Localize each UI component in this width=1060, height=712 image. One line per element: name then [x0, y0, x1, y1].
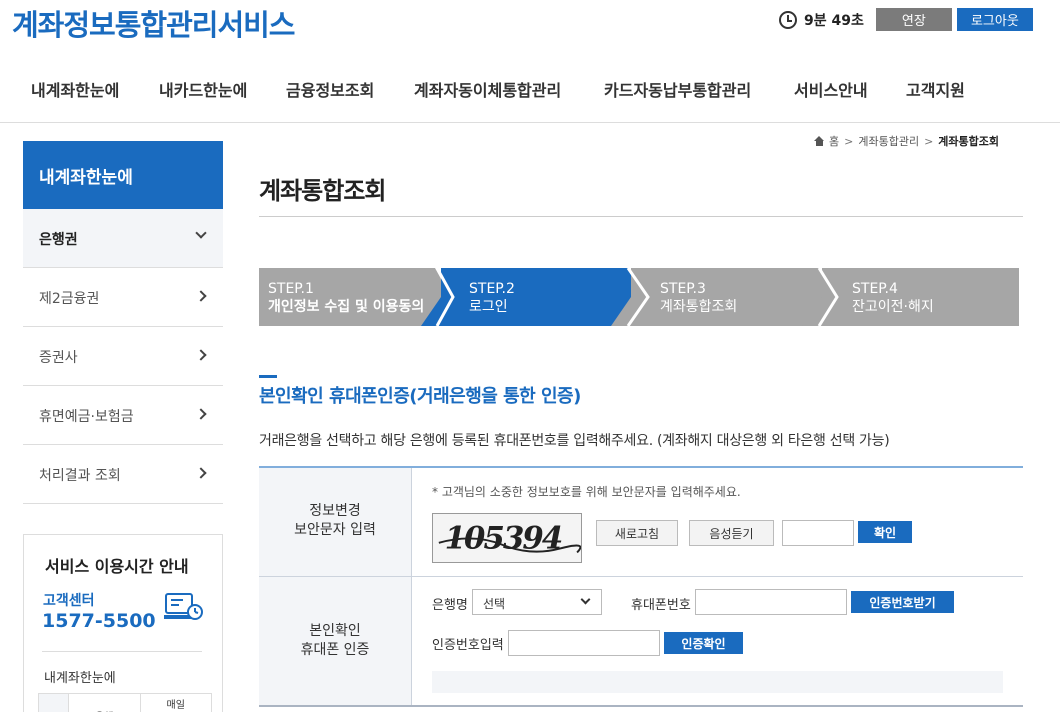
table-cell: 매일: [139, 693, 212, 712]
gnb-item-service-guide[interactable]: 서비스안내: [794, 77, 868, 101]
step-1-label: 개인정보 수집 및 이용동의: [268, 298, 424, 315]
chevron-right-icon: [195, 408, 207, 420]
sidebar-item-label: 제2금융권: [39, 291, 100, 307]
sidebar-item-dormant[interactable]: 휴면예금·보험금: [23, 386, 223, 445]
captcha-image: 105394: [432, 513, 582, 563]
monitor-clock-icon: [164, 593, 203, 620]
bank-select[interactable]: 선택: [472, 589, 602, 615]
phone-auth-row-label: 본인확인 휴대폰 인증: [259, 622, 411, 660]
info-bar: [432, 671, 1003, 693]
refresh-captcha-button[interactable]: 새로고침: [596, 520, 678, 546]
bank-select-value: 선택: [483, 597, 506, 611]
captcha-confirm-button[interactable]: 확인: [858, 521, 912, 543]
sidebar-title: 내계좌한눈에: [23, 141, 223, 209]
form-row-divider: [259, 576, 1023, 577]
security-notice: * 고객님의 소중한 정보보호를 위해 보안문자를 입력해주세요.: [432, 485, 741, 499]
chevron-right-icon: [195, 467, 207, 479]
audio-captcha-button[interactable]: 음성듣기: [689, 520, 774, 546]
site-logo[interactable]: 계좌정보통합관리서비스: [12, 2, 295, 44]
form-bottom-border: [259, 705, 1023, 707]
gnb-item-card-autopay[interactable]: 카드자동납부통합관리: [604, 77, 751, 101]
breadcrumb: 홈 > 계좌통합관리 > 계좌통합조회: [814, 133, 999, 149]
gnb-item-finance-info[interactable]: 금융정보조회: [286, 77, 374, 101]
breadcrumb-separator: >: [844, 134, 854, 148]
bank-name-label: 은행명: [432, 598, 468, 613]
clock-icon: [779, 10, 797, 29]
extend-button[interactable]: 연장: [875, 8, 952, 31]
section-description: 거래은행을 선택하고 해당 은행에 등록된 휴대폰번호를 입력해주세요. (계좌…: [259, 433, 890, 449]
title-divider: [259, 216, 1023, 217]
chevron-right-icon: [195, 349, 207, 361]
step-3-num: STEP.3: [660, 281, 706, 297]
breadcrumb-separator: >: [924, 134, 934, 148]
breadcrumb-home[interactable]: 홈: [829, 133, 839, 149]
step-4-label: 잔고이전·해지: [852, 299, 934, 315]
auth-code-label: 인증번호입력: [432, 638, 504, 653]
service-sub-title: 내계좌한눈에: [44, 671, 116, 686]
request-code-button[interactable]: 인증번호받기: [851, 591, 954, 613]
chevron-down-icon: [580, 594, 591, 605]
row-label-line: 보안문자 입력: [294, 522, 376, 538]
sidebar-item-label: 처리결과 조회: [39, 468, 121, 484]
step-3-label: 계좌통합조회: [660, 299, 737, 315]
global-nav: 내계좌한눈에 내카드한눈에 금융정보조회 계좌자동이체통합관리 카드자동납부통합…: [0, 77, 1060, 101]
sidebar-item-results[interactable]: 처리결과 조회: [23, 445, 223, 504]
service-box-divider: [42, 651, 202, 652]
home-icon: [814, 136, 825, 146]
step-2-num: STEP.2: [469, 281, 515, 297]
section-title: 본인확인 휴대폰인증(거래은행을 통한 인증): [259, 386, 581, 407]
sidebar-item-bank[interactable]: 은행권: [23, 209, 223, 268]
gnb-item-customer-support[interactable]: 고객지원: [906, 77, 965, 101]
sidebar-item-label: 휴면예금·보험금: [39, 409, 134, 425]
gnb-item-auto-transfer[interactable]: 계좌자동이체통합관리: [414, 77, 561, 101]
breadcrumb-item[interactable]: 계좌통합관리: [858, 133, 919, 149]
breadcrumb-current: 계좌통합조회: [938, 135, 1000, 148]
sidebar-item-securities[interactable]: 증권사: [23, 327, 223, 386]
row-label-line: 휴대폰 인증: [300, 642, 370, 658]
gnb-item-my-cards[interactable]: 내카드한눈에: [159, 77, 247, 101]
header-divider: [0, 122, 1060, 123]
sidebar-item-label: 은행권: [39, 232, 78, 248]
step-1-num: STEP.1: [268, 281, 314, 297]
phone-number-label: 휴대폰번호: [631, 598, 691, 613]
step-4-num: STEP.4: [852, 281, 898, 297]
section-marker: [259, 375, 277, 378]
phone-number-input[interactable]: [695, 589, 847, 615]
customer-center-phone: 1577-5500: [42, 610, 156, 632]
auth-code-input[interactable]: [508, 630, 660, 656]
logout-button[interactable]: 로그아웃: [956, 8, 1033, 31]
sidebar-item-secondary-finance[interactable]: 제2금융권: [23, 268, 223, 327]
row-label-line: 정보변경: [309, 503, 361, 519]
row-label-line: 본인확인: [309, 623, 361, 639]
step-2-label: 로그인: [469, 299, 508, 315]
form-column-divider: [411, 468, 412, 705]
step-progress: STEP.1 개인정보 수집 및 이용동의 STEP.2 로그인 STEP.3 …: [259, 268, 1019, 326]
table-cell: [38, 693, 69, 712]
captcha-row-label: 정보변경 보안문자 입력: [259, 502, 411, 540]
service-hours-box: 서비스 이용시간 안내 고객센터 1577-5500 내계좌한눈에 은행 매일: [23, 534, 223, 712]
customer-center-label: 고객센터: [43, 593, 95, 609]
session-timer: 9분 49초: [804, 12, 864, 29]
gnb-item-my-accounts[interactable]: 내계좌한눈에: [31, 77, 119, 101]
step-3-bg: [611, 268, 837, 326]
chevron-down-icon: [195, 227, 207, 239]
sidebar-item-label: 증권사: [39, 350, 78, 366]
service-hours-title: 서비스 이용시간 안내: [45, 557, 189, 576]
step-2-bg: [421, 268, 648, 326]
captcha-input[interactable]: [782, 520, 854, 546]
step-1-bg: [259, 268, 451, 326]
verify-code-button[interactable]: 인증확인: [664, 632, 743, 654]
service-hours-table: 은행 매일: [38, 693, 212, 712]
table-cell: 은행: [68, 693, 141, 712]
step-4-bg: [802, 268, 1019, 326]
chevron-right-icon: [195, 290, 207, 302]
page-title: 계좌통합조회: [259, 177, 386, 205]
session-bar: 9분 49초 연장 로그아웃: [779, 8, 1033, 31]
